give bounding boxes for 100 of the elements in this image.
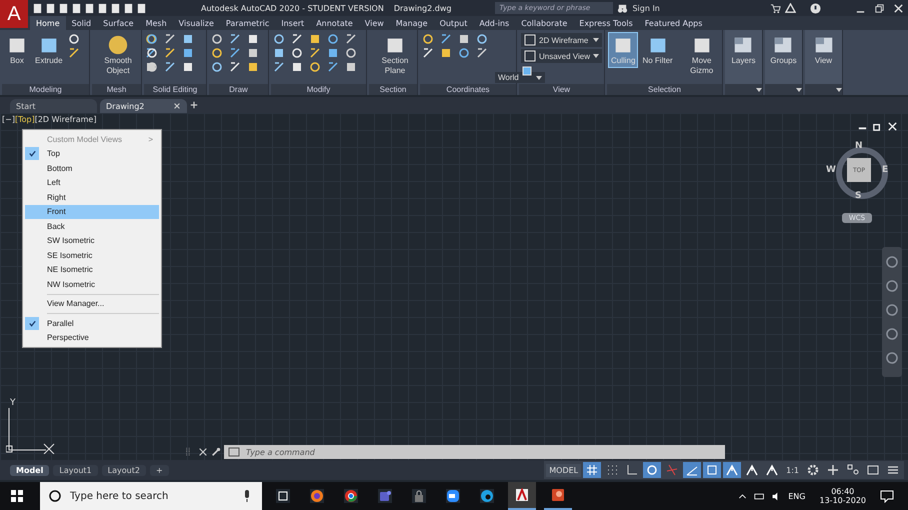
tool-icon[interactable] [182,47,194,59]
ribbon-button[interactable]: Move Gizmo [678,33,726,76]
tool-icon[interactable] [458,33,470,45]
menu-item[interactable]: NE Isometric [25,262,159,277]
model-space-button[interactable]: MODEL [546,464,582,476]
status-toggle[interactable] [643,462,662,478]
close-icon[interactable] [893,2,904,14]
menu-item[interactable]: SW Isometric [25,234,159,248]
navigation-tool-icon[interactable] [885,351,899,365]
navigation-tool-icon[interactable] [885,255,899,269]
browser-icon[interactable] [344,489,358,503]
navigation-tool-icon[interactable] [885,303,899,317]
viewport-control[interactable]: [−] [2,115,15,124]
task-view-icon[interactable] [276,489,290,503]
ribbon-button[interactable]: Extrude [33,33,65,67]
new-tab-icon[interactable] [190,101,198,109]
ribbon-tab[interactable]: Featured Apps [638,16,708,30]
toolbar-icon[interactable] [123,2,134,14]
tool-icon[interactable] [182,61,194,73]
tool-icon[interactable] [211,61,223,73]
menu-item[interactable]: SE Isometric [25,248,159,262]
ucs-dropdown[interactable]: World [495,72,545,83]
ribbon-tab[interactable]: Home [30,16,66,30]
tool-icon[interactable] [247,33,259,45]
tool-icon[interactable] [182,33,194,45]
menu-item[interactable]: Back [25,219,159,234]
language-indicator[interactable]: ENG [788,492,806,500]
toolbar-icon[interactable] [45,2,56,14]
caret-icon[interactable] [836,88,842,92]
ribbon-tab[interactable]: Surface [97,16,140,30]
tool-icon[interactable] [458,47,470,59]
tool-icon[interactable] [273,61,285,73]
chat-app-icon[interactable] [378,489,392,503]
tool-icon[interactable] [327,61,339,73]
status-toggle[interactable] [583,462,602,478]
ribbon-tab[interactable]: Output [434,16,474,30]
menu-item[interactable]: Bottom [25,161,159,176]
app-menu-button[interactable]: A [0,0,28,28]
tool-icon[interactable] [247,47,259,59]
tool-icon[interactable] [164,33,176,45]
panel-button[interactable]: View [810,33,836,67]
ribbon-tab[interactable]: Annotate [310,16,359,30]
browser-icon[interactable] [480,489,494,503]
help-icon[interactable] [810,2,821,14]
toolbar-icon[interactable] [110,2,121,14]
menu-item[interactable]: NW Isometric [25,277,159,292]
ribbon-tab[interactable]: Collaborate [515,16,574,30]
wrench-icon[interactable] [211,447,221,457]
panel-button[interactable]: Groups [768,33,799,67]
toolbar-icon[interactable] [32,2,43,14]
taskbar-search-box[interactable]: Type here to search [40,482,262,510]
settings-icon[interactable] [807,464,819,476]
tool-icon[interactable] [291,61,303,73]
tool-icon[interactable] [273,33,285,45]
tool-icon[interactable] [309,61,321,73]
viewport-control[interactable]: [2D Wireframe] [34,115,96,124]
ribbon-tab[interactable]: Add-ins [473,16,516,30]
notification-icon[interactable] [880,489,894,503]
tool-icon[interactable] [164,47,176,59]
view-dropdown[interactable]: 2D Wireframe [521,33,602,47]
tool-icon[interactable] [345,61,357,73]
tool-icon[interactable] [164,61,176,73]
tool-icon[interactable] [440,47,452,59]
ribbon-tab[interactable]: View [358,16,390,30]
menu-item[interactable]: Left [25,176,159,190]
ribbon-tab[interactable]: Express Tools [573,16,639,30]
tool-icon[interactable] [211,47,223,59]
menu-icon[interactable] [887,464,899,476]
view-dropdown[interactable]: Unsaved View [521,49,602,63]
tool-icon[interactable] [476,33,488,45]
sign-in-button[interactable]: Sign In [632,4,660,12]
lock-icon[interactable] [412,489,426,503]
add-layout-button[interactable]: + [150,464,169,476]
tool-icon[interactable] [345,47,357,59]
viewport-control[interactable]: [Top] [14,115,35,124]
annotation-scale-button[interactable]: 1:1 [783,464,802,476]
tool-icon[interactable] [345,33,357,45]
menu-item[interactable]: Parallel [25,316,159,330]
clock-time[interactable]: 06:40 [831,487,854,496]
menu-item[interactable]: Right [25,190,159,204]
shapes-icon[interactable] [847,464,859,476]
restore-icon[interactable] [874,2,885,14]
tool-icon[interactable] [327,47,339,59]
layout-tab[interactable]: Layout2 [102,464,146,476]
tool-icon[interactable] [476,47,488,59]
ribbon-tab[interactable]: Parametric [220,16,276,30]
ribbon-button[interactable]: No Filter [640,33,675,67]
layout-tab[interactable]: Model [10,464,50,476]
cart-icon[interactable] [770,2,781,14]
search-field[interactable]: Type here to search [68,490,234,502]
document-tab[interactable]: Drawing2 [100,99,187,113]
screen-icon[interactable] [867,464,879,476]
restore-icon[interactable] [872,121,883,132]
tool-icon[interactable] [229,47,241,59]
document-tab[interactable]: Start [10,99,97,113]
ribbon-tab[interactable]: Insert [275,16,310,30]
caret-icon[interactable] [796,88,802,92]
taskbar-app-button[interactable] [508,482,536,510]
toolbar-icon[interactable] [97,2,108,14]
ribbon-button[interactable]: Section Plane [371,33,419,76]
